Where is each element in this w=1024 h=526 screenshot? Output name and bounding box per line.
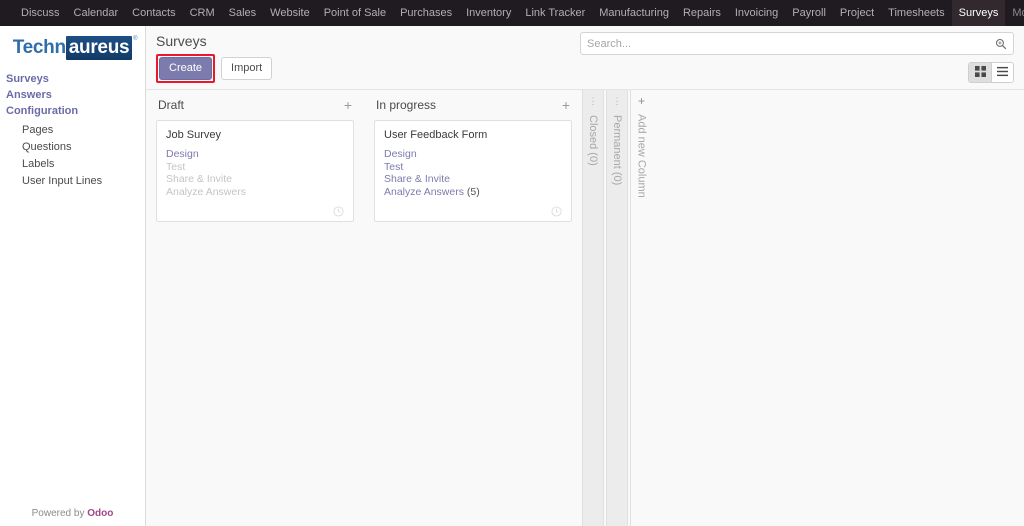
card-link-analyze-answers[interactable]: Analyze Answers (5) [384,186,562,199]
control-panel-left: Surveys Create Import [156,32,273,83]
kanban-card-title: Job Survey [166,129,222,141]
kanban-card-footer [166,198,344,217]
search-icon[interactable] [995,38,1007,50]
logo-text-part2: aureus [65,36,133,60]
create-button-highlight: Create [156,54,216,83]
control-panel: Surveys Create Import [146,26,1024,90]
kanban-column-draft-header: Draft + [156,98,354,120]
control-panel-right [580,32,1014,83]
kanban-column-in-progress-title: In progress [376,98,437,112]
kanban-add-column[interactable]: + Add new Column [630,90,652,526]
card-link-design[interactable]: Design [166,148,344,161]
kanban-column-permanent-label: Permanent (0) [611,115,623,186]
odoo-link[interactable]: Odoo [87,508,113,519]
grid-icon [974,64,986,82]
sidebar: Techn aureus ® Surveys Answers Configurati… [0,26,146,526]
sidebar-sub-menu: Pages Questions Labels User Input Lines [6,119,145,190]
kanban-card-title: User Feedback Form [384,129,488,141]
sidebar-item-questions[interactable]: Questions [22,139,145,156]
kanban-card-footer [384,198,562,217]
card-link-design[interactable]: Design [384,148,562,161]
kanban-card-job-survey[interactable]: Job Survey Design Test Share & Invite An… [156,120,354,222]
nav-more-dropdown[interactable]: More [1005,7,1024,19]
company-logo[interactable]: Techn aureus ® [12,36,138,60]
create-button[interactable]: Create [159,57,213,80]
nav-item-discuss[interactable]: Discuss [14,0,67,26]
card-link-test: Test [166,160,186,173]
nav-item-website[interactable]: Website [263,0,317,26]
nav-item-invoicing[interactable]: Invoicing [728,0,785,26]
search-input[interactable] [587,37,995,50]
plus-icon[interactable]: + [344,98,352,112]
plus-icon[interactable]: + [562,98,570,112]
kanban-add-column-label: Add new Column [635,114,648,198]
nav-item-sales[interactable]: Sales [222,0,264,26]
app-shell: Techn aureus ® Surveys Answers Configurati… [0,26,1024,526]
nav-item-timesheets[interactable]: Timesheets [881,0,951,26]
kanban-board: Draft + Job Survey Design Test Share & I… [146,90,1024,526]
nav-item-manufacturing[interactable]: Manufacturing [592,0,676,26]
search-bar[interactable] [580,32,1014,55]
kanban-card-user-feedback-form[interactable]: User Feedback Form Design Test Share & I… [374,120,572,222]
card-link-analyze-answers-count: (5) [463,185,480,198]
nav-item-inventory[interactable]: Inventory [459,0,518,26]
logo-wrapper: Techn aureus ® [0,26,145,71]
sidebar-item-answers[interactable]: Answers [6,87,145,103]
powered-by-footer: Powered by Odoo [0,500,145,526]
sidebar-item-labels[interactable]: Labels [22,156,145,173]
nav-item-link-tracker[interactable]: Link Tracker [518,0,592,26]
clock-icon [551,204,562,217]
nav-item-point-of-sale[interactable]: Point of Sale [317,0,393,26]
card-link-share-invite: Share & Invite [166,173,232,185]
powered-by-prefix: Powered by [31,508,88,519]
import-button[interactable]: Import [221,57,273,80]
kanban-column-draft-title: Draft [158,98,185,112]
nav-item-payroll[interactable]: Payroll [785,0,833,26]
drag-handle-icon[interactable]: ⋮ [613,97,622,106]
card-link-share-invite[interactable]: Share & Invite [384,173,562,186]
kanban-column-closed-folded[interactable]: ⋮ Closed (0) [582,90,604,526]
view-switcher [968,62,1014,83]
sidebar-item-user-input-lines[interactable]: User Input Lines [22,173,145,190]
sidebar-item-configuration[interactable]: Configuration [6,103,145,119]
kanban-column-in-progress: In progress + User Feedback Form Design … [364,90,582,526]
nav-item-contacts[interactable]: Contacts [125,0,182,26]
nav-item-crm[interactable]: CRM [183,0,222,26]
top-navbar: Discuss Calendar Contacts CRM Sales Website Po… [0,0,1024,26]
logo-text-part1: Techn [12,37,66,58]
app-menu-list: Discuss Calendar Contacts CRM Sales Website Po… [14,0,1024,26]
clock-icon [333,204,344,217]
sidebar-item-pages[interactable]: Pages [22,122,145,139]
card-link-analyze-answers: Analyze Answers [166,185,246,198]
nav-more-label: More [1012,7,1024,19]
nav-item-surveys[interactable]: Surveys [951,0,1006,26]
nav-item-repairs[interactable]: Repairs [676,0,728,26]
kanban-column-in-progress-header: In progress + [374,98,572,120]
view-list-button[interactable] [991,63,1013,82]
page-title: Surveys [156,33,207,49]
card-link-analyze-answers-label: Analyze Answers [384,185,464,198]
kanban-column-draft: Draft + Job Survey Design Test Share & I… [146,90,364,526]
view-kanban-button[interactable] [969,63,991,82]
drag-handle-icon[interactable]: ⋮ [589,97,598,106]
action-button-row: Create Import [156,54,273,83]
logo-trademark: ® [133,36,138,42]
nav-item-purchases[interactable]: Purchases [393,0,459,26]
plus-icon[interactable]: + [638,95,645,107]
sidebar-item-surveys[interactable]: Surveys [6,71,145,87]
kanban-column-permanent-folded[interactable]: ⋮ Permanent (0) [606,90,628,526]
nav-item-project[interactable]: Project [833,0,881,26]
card-link-test[interactable]: Test [384,161,562,174]
list-icon [997,64,1008,82]
sidebar-root-menu: Surveys Answers Configuration Pages Ques… [0,71,145,190]
main-content: Surveys Create Import Search... Draft + … [146,26,1024,526]
nav-item-calendar[interactable]: Calendar [67,0,126,26]
kanban-column-closed-label: Closed (0) [587,115,599,166]
